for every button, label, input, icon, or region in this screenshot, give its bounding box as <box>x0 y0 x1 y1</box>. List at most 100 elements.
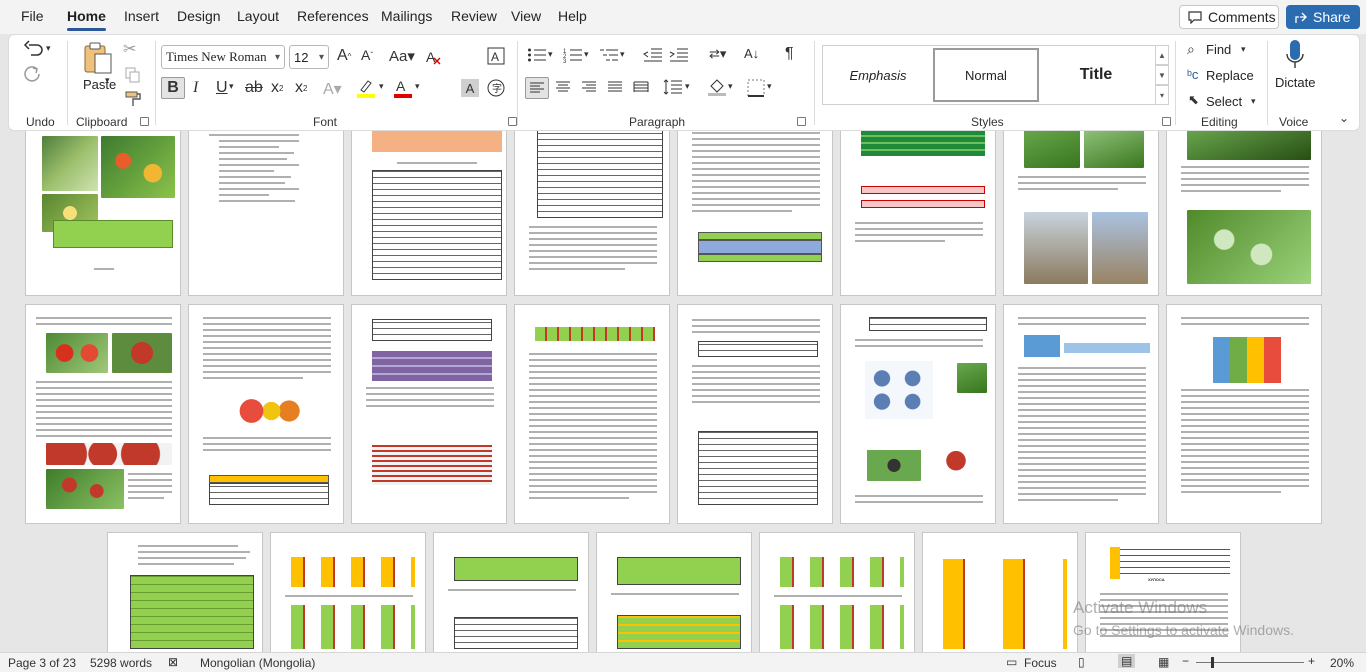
line-spacing-dropdown-icon[interactable]: ▾ <box>685 81 690 92</box>
page-thumbnail[interactable] <box>188 304 344 524</box>
tab-view[interactable]: View <box>511 8 541 24</box>
select-label[interactable]: Select <box>1206 94 1242 109</box>
page-thumbnail[interactable] <box>351 304 507 524</box>
share-button[interactable]: Share <box>1286 5 1360 29</box>
text-effects-icon[interactable]: A▾ <box>323 79 342 99</box>
language-indicator[interactable]: Mongolian (Mongolia) <box>200 656 315 670</box>
tab-help[interactable]: Help <box>558 8 587 24</box>
focus-icon[interactable]: ▭ <box>1006 655 1017 669</box>
page-thumbnail[interactable] <box>188 131 344 296</box>
undo-icon[interactable] <box>23 40 45 60</box>
page-thumbnail[interactable] <box>25 131 181 296</box>
strikethrough-icon[interactable]: ab <box>245 79 263 97</box>
line-spacing-icon[interactable] <box>663 79 683 95</box>
underline-dropdown-icon[interactable]: ▾ <box>229 81 234 92</box>
tab-design[interactable]: Design <box>177 8 221 24</box>
tab-insert[interactable]: Insert <box>124 8 159 24</box>
page-thumbnail[interactable] <box>677 304 833 524</box>
tab-home[interactable]: Home <box>67 8 106 31</box>
find-dropdown-icon[interactable]: ▾ <box>1241 44 1246 55</box>
enclose-characters-icon[interactable]: 字 <box>487 79 505 97</box>
justify-icon[interactable] <box>607 81 623 93</box>
comments-button[interactable]: Comments <box>1179 5 1279 29</box>
decrease-indent-icon[interactable] <box>643 47 663 63</box>
paste-icon[interactable] <box>82 41 114 75</box>
shading-icon[interactable] <box>707 77 727 97</box>
align-right-icon[interactable] <box>581 81 597 93</box>
proofing-icon[interactable]: ⊠ <box>168 655 178 669</box>
font-size-dropdown-icon[interactable]: ▾ <box>319 52 324 63</box>
page-thumbnail[interactable] <box>351 131 507 296</box>
cut-icon[interactable]: ✂ <box>123 39 136 59</box>
dictate-label[interactable]: Dictate <box>1275 75 1315 90</box>
style-normal[interactable]: Normal <box>933 48 1039 102</box>
align-left-icon[interactable] <box>525 77 549 99</box>
page-thumbnail[interactable] <box>1003 131 1159 296</box>
font-name-dropdown-icon[interactable]: ▾ <box>275 52 280 63</box>
page-thumbnail[interactable] <box>596 532 752 652</box>
clear-formatting-icon[interactable]: A <box>425 48 443 66</box>
numbering-icon[interactable]: 123 <box>563 47 583 63</box>
highlight-icon[interactable] <box>355 77 377 99</box>
document-area[interactable]: ХУЛОСА Activate Windows Go to Settings t… <box>0 131 1366 652</box>
format-painter-icon[interactable] <box>125 91 143 107</box>
print-layout-icon[interactable]: ▤ <box>1118 654 1136 668</box>
show-formatting-marks-icon[interactable]: ¶ <box>785 45 794 63</box>
select-icon[interactable]: ⬉ <box>1188 92 1199 108</box>
numbering-dropdown-icon[interactable]: ▾ <box>584 49 589 60</box>
align-center-icon[interactable] <box>555 81 571 93</box>
clipboard-launcher-icon[interactable] <box>140 117 149 126</box>
word-count[interactable]: 5298 words <box>90 656 152 670</box>
styles-scroll-down-icon[interactable]: ▼ <box>1155 65 1169 85</box>
grow-font-icon[interactable]: A ^ <box>337 47 351 65</box>
select-dropdown-icon[interactable]: ▾ <box>1251 96 1256 107</box>
shading-dropdown-icon[interactable]: ▾ <box>728 81 733 92</box>
zoom-in-icon[interactable]: + <box>1308 654 1315 668</box>
zoom-slider-thumb[interactable] <box>1211 657 1214 668</box>
text-effects-box-icon[interactable]: A <box>487 47 505 65</box>
change-case-icon[interactable]: Aa▾ <box>389 47 415 65</box>
multilevel-dropdown-icon[interactable]: ▾ <box>620 49 625 60</box>
page-thumbnail[interactable] <box>514 304 670 524</box>
distributed-icon[interactable] <box>633 81 649 93</box>
page-thumbnail[interactable] <box>25 304 181 524</box>
replace-label[interactable]: Replace <box>1206 68 1254 83</box>
web-layout-icon[interactable]: ▦ <box>1158 655 1169 669</box>
character-shading-icon[interactable]: A <box>461 79 479 97</box>
page-thumbnail[interactable] <box>107 532 263 652</box>
collapse-ribbon-icon[interactable]: ⌄ <box>1339 111 1349 125</box>
font-size-box[interactable]: 12 ▾ <box>289 45 329 69</box>
page-thumbnail[interactable] <box>922 532 1078 652</box>
styles-more-icon[interactable]: ▾ <box>1155 85 1169 105</box>
borders-icon[interactable] <box>747 79 765 97</box>
page-thumbnail[interactable] <box>433 532 589 652</box>
highlight-dropdown-icon[interactable]: ▾ <box>379 81 384 92</box>
italic-icon[interactable]: I <box>193 79 198 97</box>
bullets-dropdown-icon[interactable]: ▾ <box>548 49 553 60</box>
find-icon[interactable]: ⌕ <box>1187 41 1195 58</box>
multilevel-list-icon[interactable] <box>599 47 619 63</box>
copy-icon[interactable] <box>125 67 141 83</box>
redo-icon[interactable] <box>23 65 43 85</box>
paste-dropdown-icon[interactable]: ▾ <box>105 75 110 86</box>
page-thumbnail[interactable] <box>1003 304 1159 524</box>
shrink-font-icon[interactable]: Aˇ <box>361 47 373 63</box>
page-thumbnail[interactable] <box>759 532 915 652</box>
tab-file[interactable]: File <box>21 8 44 24</box>
page-thumbnail[interactable] <box>270 532 426 652</box>
styles-launcher-icon[interactable] <box>1162 117 1171 126</box>
page-thumbnail[interactable] <box>840 304 996 524</box>
page-thumbnail[interactable] <box>1166 131 1322 296</box>
increase-indent-icon[interactable] <box>669 47 689 63</box>
font-launcher-icon[interactable] <box>508 117 517 126</box>
page-thumbnail[interactable] <box>514 131 670 296</box>
superscript-icon[interactable]: x2 <box>295 79 307 97</box>
paragraph-launcher-icon[interactable] <box>797 117 806 126</box>
tab-references[interactable]: References <box>297 8 369 24</box>
page-count[interactable]: Page 3 of 23 <box>8 656 76 670</box>
styles-scroll-up-icon[interactable]: ▲ <box>1155 45 1169 65</box>
microphone-icon[interactable] <box>1285 39 1305 71</box>
find-label[interactable]: Find <box>1206 42 1231 57</box>
zoom-level[interactable]: 20% <box>1330 656 1354 670</box>
paste-label[interactable]: Paste <box>83 77 116 92</box>
